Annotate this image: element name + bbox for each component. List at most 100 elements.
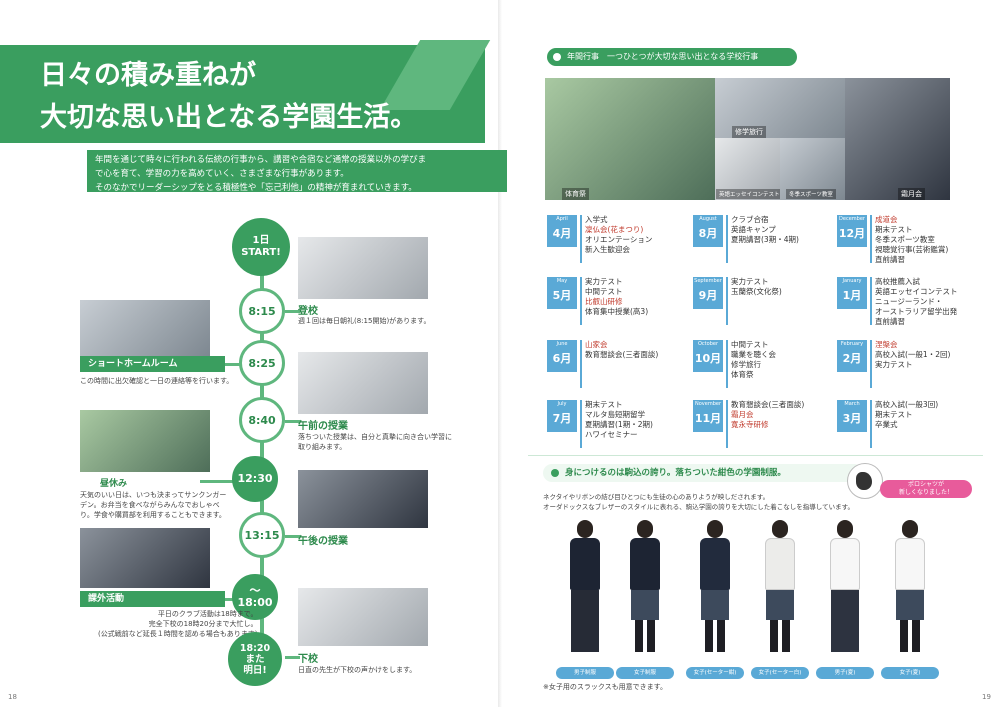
time-label: 〜18:00 — [237, 584, 273, 609]
month-badge: August 8月 — [693, 215, 723, 247]
event-item: 実力テスト — [585, 277, 623, 286]
month-jp: 8月 — [698, 227, 718, 240]
start-node: 1日 START! — [232, 218, 290, 276]
month-en: November — [694, 401, 721, 407]
intro-line: そのなかでリーダーシップをとる積極性や「忘己利他」の精神が育まれていきます。 — [95, 183, 417, 193]
hero-title: 日々の積み重ねが 大切な思い出となる学園生活。 — [40, 55, 417, 139]
page-number-right: 19 — [982, 693, 991, 701]
uniform-tag: 男子(夏) — [816, 667, 874, 679]
photo-afternoon-class — [298, 470, 428, 528]
uniform-tag: 女子(セーター白) — [751, 667, 809, 679]
time-node-1230: 12:30 — [232, 456, 278, 502]
event-item: 体育集中授業(高3) — [585, 307, 649, 316]
month-badge: November 11月 — [693, 400, 723, 432]
month-divider — [726, 277, 728, 325]
event-item: 卒業式 — [875, 420, 898, 429]
photo-label: 英語エッセイコンテスト — [716, 189, 783, 199]
month-events: 涅槃会 高校入試(一般1・2回) 実力テスト — [875, 340, 950, 370]
event-item: 直前講習 — [875, 255, 905, 264]
time-label: 8:15 — [248, 304, 276, 318]
photo-arrival — [298, 237, 428, 299]
uniform-tag: 女子(夏) — [881, 667, 939, 679]
step-desc-line: この時間に出欠確認と一日の連絡等を行います。 — [80, 377, 234, 385]
model-boy-summer — [815, 520, 875, 660]
event-item: 冬季スポーツ教室 — [875, 235, 935, 244]
event-item: オリエンテーション — [585, 235, 653, 244]
step-title: 課外活動 — [80, 591, 225, 607]
event-item: 英語エッセイコンテスト — [875, 287, 958, 296]
uniform-desc: ネクタイやリボンの結び目ひとつにも生徒の心のありようが映しだされます。 オーダド… — [543, 492, 854, 512]
month-block: November 11月 教育懇談会(三者面談) 霜月会 寛永寺研修 — [693, 400, 843, 455]
month-jp: 4月 — [552, 227, 572, 240]
photo-dismissal — [298, 588, 428, 646]
time-label: 8:25 — [248, 356, 276, 370]
step-desc-line: 取り組みます。 — [298, 443, 347, 451]
month-events: 成道会 期末テスト 冬季スポーツ教室 視聴覚行事(芸術鑑賞) 直前講習 — [875, 215, 948, 265]
step-desc-line: 週１回は毎日朝礼(8:15開始)があります。 — [298, 317, 431, 325]
month-en: May — [556, 278, 568, 284]
uniform-note: ※女子用のスラックスも用意できます。 — [543, 683, 667, 691]
event-item: オーストラリア留学出発 — [875, 307, 958, 316]
event-item: 期末テスト — [585, 400, 623, 409]
end-node: 18:20 また 明日! — [228, 632, 282, 686]
uniform-desc-line: オーダドックスなブレザーのスタイルに表れる、駒込学園の誇りを大切にした着こなしを… — [543, 503, 854, 511]
event-item: 凜仏会(花まつり) — [585, 225, 644, 234]
month-badge: February 2月 — [837, 340, 867, 372]
step-desc: この時間に出欠確認と一日の連絡等を行います。 — [80, 376, 233, 386]
photo-sports-day — [545, 78, 715, 200]
event-item: マルタ島短期留学 — [585, 410, 645, 419]
step-desc-line: (公式戦前など延長１時間を認める場合もあります) — [98, 630, 258, 638]
intro-line: 年間を通じて時々に行われる伝統の行事から、講習や合宿など通常の授業以外の学びま — [95, 155, 427, 165]
step-title: 午後の授業 — [298, 536, 348, 547]
event-item: 視聴覚行事(芸術鑑賞) — [875, 245, 949, 254]
month-block: August 8月 クラブ合宿 英語キャンプ 夏期講習(3期・4期) — [693, 215, 843, 270]
event-item: 玉蘭祭(文化祭) — [731, 287, 782, 296]
step-title: ショートホームルーム — [80, 356, 225, 372]
month-divider — [870, 400, 872, 448]
uniform-tag: 女子(セーター紺) — [686, 667, 744, 679]
event-item: 期末テスト — [875, 225, 913, 234]
month-divider — [870, 277, 872, 325]
month-badge: June 6月 — [547, 340, 577, 372]
events-header: 年間行事 一つひとつが大切な思い出となる学校行事 — [547, 48, 797, 66]
month-divider — [726, 215, 728, 263]
month-divider — [726, 400, 728, 448]
month-en: February — [840, 341, 864, 347]
model-girl-summer — [880, 520, 940, 660]
event-item: 実力テスト — [875, 360, 913, 369]
step-desc-line: 平日のクラブ活動は18時まで。 — [157, 610, 258, 618]
month-block: July 7月 期末テスト マルタ島短期留学 夏期講習(1期・2期) ハワイセミナー — [547, 400, 697, 455]
month-en: January — [842, 278, 862, 284]
connector — [225, 363, 240, 366]
month-en: June — [556, 341, 568, 347]
step-desc-line: デン。お弁当を食べながらみんなでおしゃべ — [80, 501, 220, 509]
month-en: September — [694, 278, 722, 284]
month-divider — [726, 340, 728, 388]
photo-morning-class — [298, 352, 428, 414]
callout-line: 新しくなりました！ — [898, 489, 953, 496]
month-jp: 11月 — [694, 412, 722, 425]
month-divider — [870, 340, 872, 388]
time-label: 13:15 — [244, 528, 280, 542]
event-item: 職業を聴く会 — [731, 350, 776, 359]
month-events: 実力テスト 中間テスト 比叡山研修 体育集中授業(高3) — [585, 277, 648, 317]
event-item: 中間テスト — [731, 340, 769, 349]
month-block: April 4月 入学式 凜仏会(花まつり) オリエンテーション 新入生歓迎会 — [547, 215, 697, 270]
callout-line: ポロシャツが — [907, 481, 944, 488]
step-title: 登校 — [298, 306, 318, 317]
month-divider — [580, 340, 582, 388]
event-item: 新入生歓迎会 — [585, 245, 630, 254]
event-item: 入学式 — [585, 215, 608, 224]
month-jp: 10月 — [694, 352, 722, 365]
step-desc-line: 日直の先生が下校の声かけをします。 — [298, 666, 417, 674]
time-node-1315: 13:15 — [239, 512, 285, 558]
event-item: クラブ合宿 — [731, 215, 769, 224]
intro-line: で心を育て、学習の力を高めていく、さまざまな行事があります。 — [95, 169, 349, 179]
photo-homeroom — [80, 300, 210, 358]
month-jp: 6月 — [552, 352, 572, 365]
step-title: 下校 — [298, 654, 318, 665]
polo-callout: ポロシャツが 新しくなりました！ — [880, 480, 972, 498]
brochure-spread: 日々の積み重ねが 大切な思い出となる学園生活。 年間を通じて時々に行われる伝統の… — [0, 0, 1000, 707]
month-en: October — [697, 341, 718, 347]
uniform-tag: 男子制服 — [556, 667, 614, 679]
